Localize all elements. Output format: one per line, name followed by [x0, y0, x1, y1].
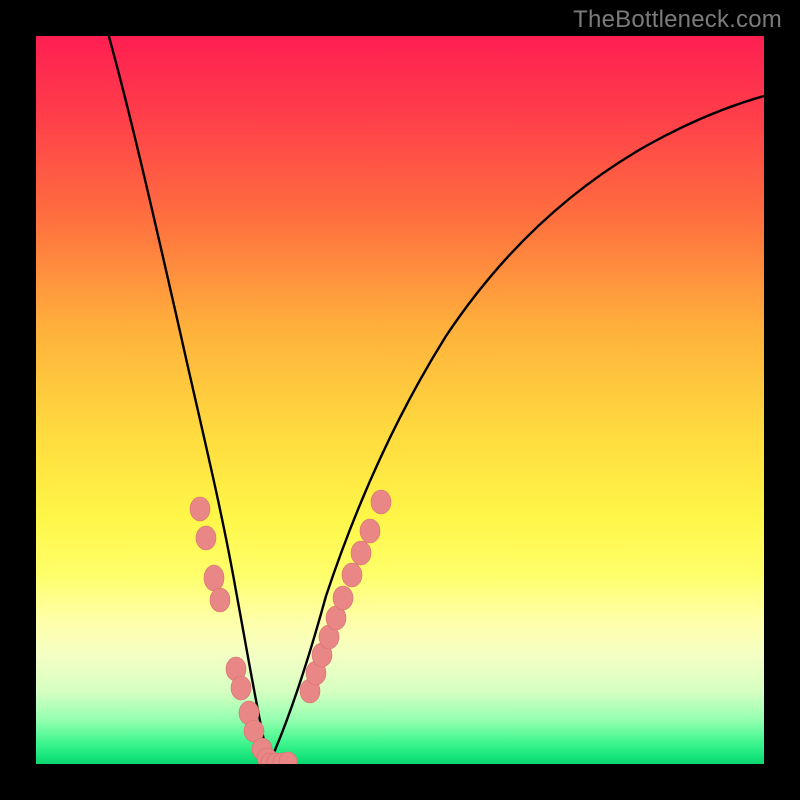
watermark-text: TheBottleneck.com: [573, 6, 782, 34]
marker: [204, 565, 224, 591]
line-series: [109, 36, 764, 764]
marker: [231, 676, 251, 700]
chart-stage: TheBottleneck.com: [0, 0, 800, 800]
marker: [351, 541, 371, 565]
right-branch-line: [269, 96, 764, 764]
marker: [333, 586, 353, 610]
left-branch-line: [109, 36, 269, 764]
marker: [371, 490, 391, 514]
marker: [360, 519, 380, 543]
chart-svg: [36, 36, 764, 764]
marker: [342, 563, 362, 587]
marker: [196, 526, 216, 550]
marker: [190, 497, 210, 521]
marker-series: [190, 490, 391, 764]
plot-area: [36, 36, 764, 764]
marker: [210, 588, 230, 612]
